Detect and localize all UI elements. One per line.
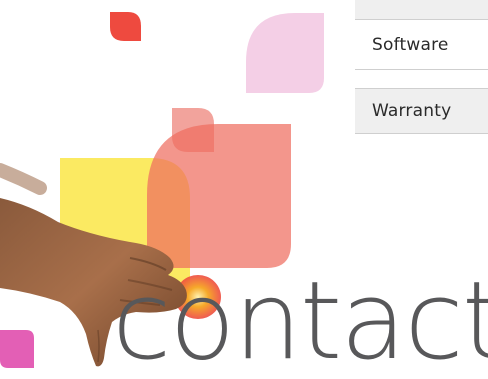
leaf-salmon-large-icon [147,124,291,268]
leaf-magenta-icon [0,330,34,368]
page-heading: contact [112,259,488,379]
side-menu: Software Warranty [355,0,488,134]
menu-item-software[interactable]: Software [355,21,488,70]
menu-item-top[interactable] [355,0,488,20]
page-canvas: Software Warranty contact [0,0,488,379]
leaf-red-small-icon [110,12,141,41]
leaf-pink-icon [246,13,324,93]
menu-item-warranty[interactable]: Warranty [355,88,488,134]
